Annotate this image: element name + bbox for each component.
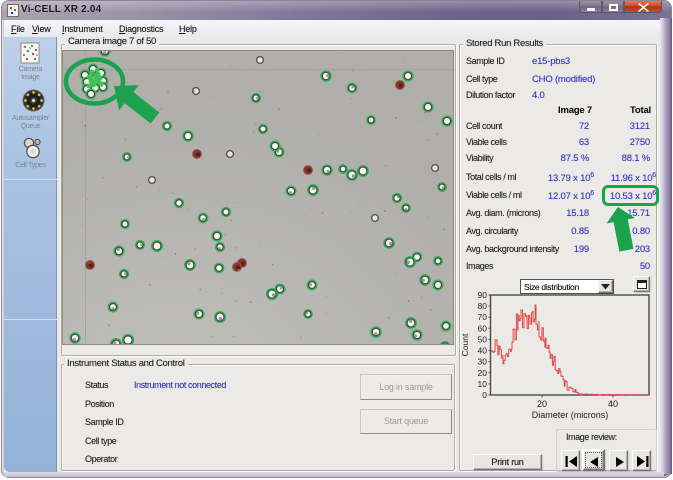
svg-text:20: 20	[478, 368, 488, 378]
svg-text:50: 50	[478, 335, 488, 345]
svg-text:0: 0	[482, 390, 487, 400]
svg-text:30: 30	[478, 357, 488, 367]
svg-text:Diameter (microns): Diameter (microns)	[532, 410, 609, 420]
svg-text:70: 70	[478, 312, 488, 322]
svg-text:40: 40	[478, 346, 488, 356]
svg-text:60: 60	[478, 323, 488, 333]
svg-text:90: 90	[478, 290, 488, 300]
svg-text:80: 80	[478, 301, 488, 311]
svg-text:20: 20	[537, 399, 547, 409]
svg-text:40: 40	[608, 399, 618, 409]
svg-text:Count: Count	[460, 333, 470, 356]
svg-text:10: 10	[478, 379, 488, 389]
